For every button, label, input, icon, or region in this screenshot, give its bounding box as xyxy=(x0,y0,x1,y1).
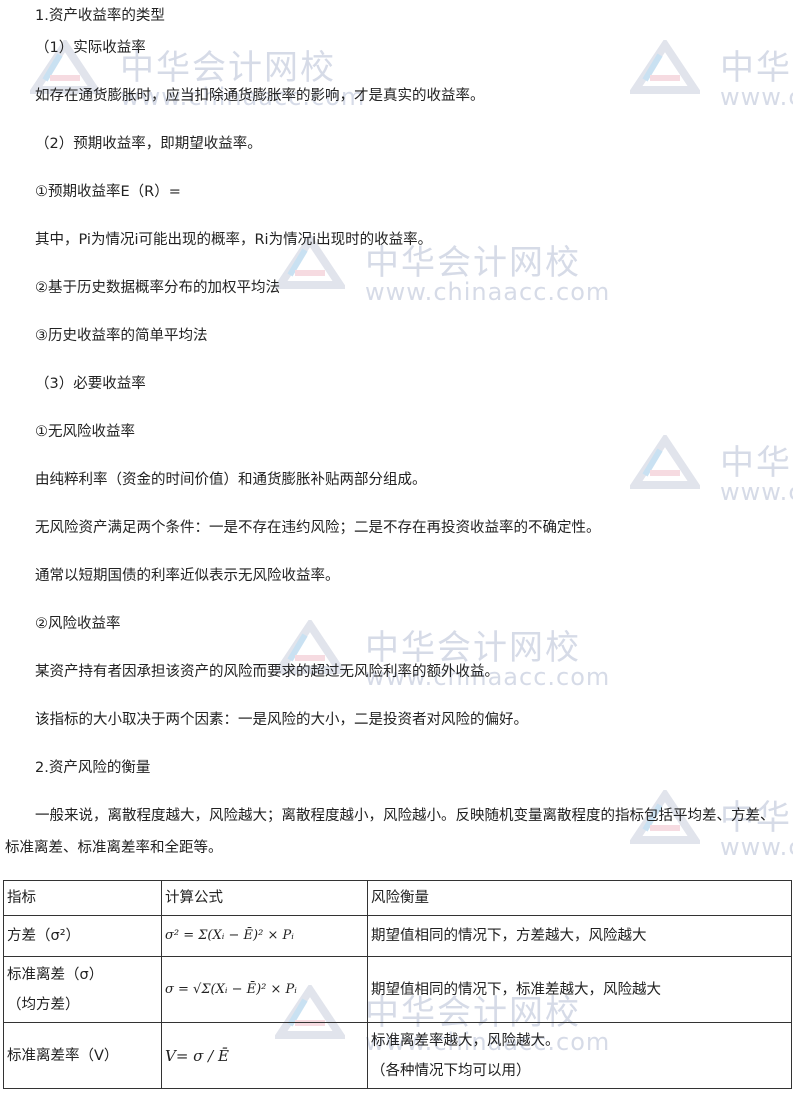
paragraph-risk-measure: 一般来说，离散程度越大，风险越大；离散程度越小，风险越小。反映随机变量离散程度的… xyxy=(5,808,775,856)
table-header-row: 指标 计算公式 风险衡量 xyxy=(3,880,792,916)
text-line: 该指标的大小取决于两个因素：一是风险的大小，二是投资者对风险的偏好。 xyxy=(35,712,528,728)
indicator-cell: 标准离差（σ） （均方差） xyxy=(3,956,162,1023)
text-line: ①无风险收益率 xyxy=(35,424,135,440)
text-line: ①预期收益率E（R）= xyxy=(35,184,181,200)
text-line: 通常以短期国债的利率近似表示无风险收益率。 xyxy=(35,568,340,584)
table-row: 方差（σ²） σ² = Σ(Xᵢ − Ē)² × Pᵢ 期望值相同的情况下，方差… xyxy=(3,915,792,957)
watermark-logo-icon xyxy=(630,40,700,94)
text-line: 如存在通货膨胀时，应当扣除通货膨胀率的影响，才是真实的收益率。 xyxy=(35,88,485,104)
text-line: 无风险资产满足两个条件：一是不存在违约风险；二是不存在再投资收益率的不确定性。 xyxy=(35,520,601,536)
indicator-name: 标准离差（σ） xyxy=(7,966,104,983)
text-line: ②基于历史数据概率分布的加权平均法 xyxy=(35,280,280,296)
measure-note: （各种情况下均可以用） xyxy=(371,1062,531,1079)
text-line: 某资产持有者因承担该资产的风险而要求的超过无风险利率的额外收益。 xyxy=(35,664,499,680)
text-line: 由纯粹利率（资金的时间价值）和通货膨胀补贴两部分组成。 xyxy=(35,472,427,488)
table-row: 标准离差（σ） （均方差） σ = √Σ(Xᵢ − Ē)² × Pᵢ 期望值相同的… xyxy=(3,956,792,1023)
indicator-cell: 标准离差率（V） xyxy=(3,1022,162,1089)
formula-cell: V= σ / Ē xyxy=(161,1022,368,1089)
text-line: ②风险收益率 xyxy=(35,616,121,632)
indicator-alias: （均方差） xyxy=(7,996,80,1013)
header-cell: 风险衡量 xyxy=(367,880,792,916)
header-cell: 指标 xyxy=(3,880,162,916)
watermark-logo-icon xyxy=(630,435,700,489)
measure-cell: 标准离差率越大，风险越大。 （各种情况下均可以用） xyxy=(367,1022,792,1089)
risk-measure-table: 指标 计算公式 风险衡量 方差（σ²） σ² = Σ(Xᵢ − Ē)² × Pᵢ… xyxy=(3,880,792,1089)
text-line: 2.资产风险的衡量 xyxy=(35,760,151,776)
text-line: （3）必要收益率 xyxy=(35,376,146,392)
text-line: 1.资产收益率的类型 xyxy=(35,8,165,24)
watermark: 中华会计网校www.chinaacc.com xyxy=(630,435,793,506)
text-line: 其中，Pi为情况i可能出现的概率，Ri为情况i出现时的收益率。 xyxy=(35,232,433,248)
text-line: （1）实际收益率 xyxy=(35,40,146,56)
formula-cell: σ² = Σ(Xᵢ − Ē)² × Pᵢ xyxy=(161,915,368,957)
measure-cell: 期望值相同的情况下，方差越大，风险越大 xyxy=(367,915,792,957)
watermark: 中华会计网校www.chinaacc.com xyxy=(630,40,793,111)
measure-text: 标准离差率越大，风险越大。 xyxy=(371,1032,560,1049)
formula-cell: σ = √Σ(Xᵢ − Ē)² × Pᵢ xyxy=(161,956,368,1023)
indicator-cell: 方差（σ²） xyxy=(3,915,162,957)
measure-cell: 期望值相同的情况下，标准差越大，风险越大 xyxy=(367,956,792,1023)
table-row: 标准离差率（V） V= σ / Ē 标准离差率越大，风险越大。 （各种情况下均可以… xyxy=(3,1022,792,1089)
text-line: （2）预期收益率，即期望收益率。 xyxy=(35,136,262,152)
header-cell: 计算公式 xyxy=(161,880,368,916)
text-line: ③历史收益率的简单平均法 xyxy=(35,328,208,344)
